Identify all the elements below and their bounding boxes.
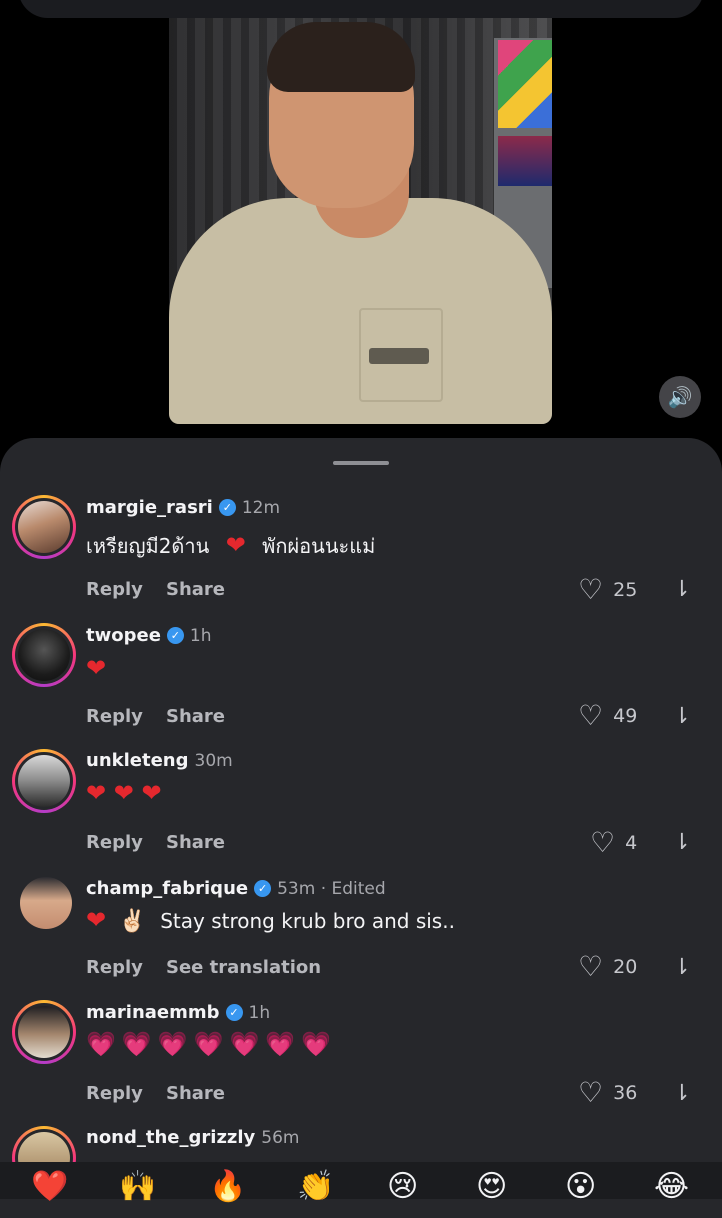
dislike-icon[interactable]: ⇂ xyxy=(669,955,695,981)
avatar[interactable] xyxy=(12,1000,76,1064)
red-heart-emoji: ❤ ❤ ❤ xyxy=(86,779,162,807)
comment-text: ❤ ✌🏻 Stay strong krub bro and sis.. xyxy=(86,906,455,934)
red-heart-emoji: ❤ xyxy=(86,654,107,682)
emoji-surprised[interactable]: 😮 xyxy=(565,1172,596,1202)
verified-badge-icon: ✓ xyxy=(166,627,184,644)
comment-header: twopee ✓ 1h xyxy=(86,625,212,646)
like-count: 20 xyxy=(613,956,638,978)
red-heart-emoji: ❤ xyxy=(86,906,107,934)
verified-badge-icon: ✓ xyxy=(225,1004,243,1021)
dislike-icon[interactable]: ⇂ xyxy=(669,1081,695,1107)
comment-header: champ_fabrique ✓ 53m · Edited xyxy=(86,878,386,899)
comment-header: unkleteng 30m xyxy=(86,750,233,771)
avatar[interactable] xyxy=(12,623,76,687)
emoji-heart-eyes[interactable]: 😍 xyxy=(476,1172,507,1202)
comment-username[interactable]: champ_fabrique xyxy=(86,878,248,899)
comment-time: 53m · Edited xyxy=(277,878,386,899)
reply-button[interactable]: Reply xyxy=(86,706,143,727)
heart-outline-icon: ♡ xyxy=(578,699,604,732)
comment-time: 30m xyxy=(194,750,233,771)
like-count: 36 xyxy=(613,1082,638,1104)
like-button[interactable]: ♡ 25 xyxy=(578,576,637,604)
reply-button[interactable]: Reply xyxy=(86,832,143,853)
comment-text-part: พักผ่อนนะแม่ xyxy=(262,534,376,558)
pink-heart-emoji: 💗💗💗💗💗💗💗 xyxy=(86,1030,338,1058)
dislike-icon[interactable]: ⇂ xyxy=(669,830,695,856)
like-button[interactable]: ♡ 20 xyxy=(578,953,637,981)
comment-text-part: Stay strong krub bro and sis.. xyxy=(160,909,455,933)
share-button[interactable]: Share xyxy=(166,706,225,727)
top-status-pill xyxy=(18,0,704,18)
emoji-crying[interactable]: 😢 xyxy=(387,1172,418,1202)
like-button[interactable]: ♡ 36 xyxy=(578,1079,637,1107)
heart-outline-icon: ♡ xyxy=(578,950,604,983)
dislike-icon[interactable]: ⇂ xyxy=(669,704,695,730)
avatar[interactable] xyxy=(20,877,72,929)
see-translation-button[interactable]: See translation xyxy=(166,957,321,978)
heart-outline-icon: ♡ xyxy=(590,826,616,859)
emoji-laughing[interactable]: 😂 xyxy=(654,1172,689,1202)
comment-username[interactable]: unkleteng xyxy=(86,750,189,771)
comment-username[interactable]: twopee xyxy=(86,625,161,646)
like-count: 4 xyxy=(625,832,638,854)
verified-badge-icon: ✓ xyxy=(254,880,272,897)
comment-text: ❤ xyxy=(86,654,106,682)
emoji-fire[interactable]: 🔥 xyxy=(209,1172,246,1202)
wall-photo xyxy=(498,136,552,186)
emoji-clap[interactable]: 👏 xyxy=(297,1172,334,1202)
sheet-grabber[interactable] xyxy=(333,461,389,465)
like-button[interactable]: ♡ 49 xyxy=(578,702,637,730)
comment-text-part: เหรียญมี2ด้าน xyxy=(86,534,210,558)
red-heart-emoji: ❤ xyxy=(225,531,246,559)
comment-username[interactable]: nond_the_grizzly xyxy=(86,1127,255,1148)
emoji-reaction-bar xyxy=(0,1162,722,1199)
verified-badge-icon: ✓ xyxy=(218,499,236,516)
comment-header: nond_the_grizzly 56m xyxy=(86,1127,300,1148)
reply-button[interactable]: Reply xyxy=(86,1083,143,1104)
like-count: 25 xyxy=(613,579,638,601)
share-button[interactable]: Share xyxy=(166,579,225,600)
comment-time: 12m xyxy=(241,497,281,518)
comment-time: 1h xyxy=(189,625,212,646)
shirt-logo xyxy=(369,348,429,364)
reply-button[interactable]: Reply xyxy=(86,957,143,978)
victory-hand-emoji: ✌🏻 xyxy=(118,909,146,934)
like-button[interactable]: ♡ 4 xyxy=(590,829,637,857)
wall-poster xyxy=(498,40,552,128)
avatar[interactable] xyxy=(12,749,76,813)
comment-text: 💗💗💗💗💗💗💗 xyxy=(86,1030,337,1058)
like-count: 49 xyxy=(613,705,638,727)
speaker-icon[interactable]: 🔊 xyxy=(659,376,701,418)
comment-header: marinaemmb ✓ 1h xyxy=(86,1002,270,1023)
comment-header: margie_rasri ✓ 12m xyxy=(86,497,280,518)
comment-text: เหรียญมี2ด้าน ❤ พักผ่อนนะแม่ xyxy=(86,530,375,562)
comment-time: 56m xyxy=(261,1127,300,1148)
comment-text: ❤ ❤ ❤ xyxy=(86,779,162,807)
heart-outline-icon: ♡ xyxy=(578,573,604,606)
share-button[interactable]: Share xyxy=(166,1083,225,1104)
emoji-raised-hands[interactable]: 🙌 xyxy=(119,1172,156,1202)
reply-button[interactable]: Reply xyxy=(86,579,143,600)
heart-outline-icon: ♡ xyxy=(578,1076,604,1109)
comment-username[interactable]: marinaemmb xyxy=(86,1002,220,1023)
comment-username[interactable]: margie_rasri xyxy=(86,497,213,518)
dislike-icon[interactable]: ⇂ xyxy=(669,577,695,603)
comment-time: 1h xyxy=(248,1002,271,1023)
person-hair xyxy=(267,22,415,92)
video-player[interactable] xyxy=(169,18,552,424)
avatar[interactable] xyxy=(12,495,76,559)
share-button[interactable]: Share xyxy=(166,832,225,853)
emoji-heart[interactable]: ❤️ xyxy=(31,1172,68,1202)
